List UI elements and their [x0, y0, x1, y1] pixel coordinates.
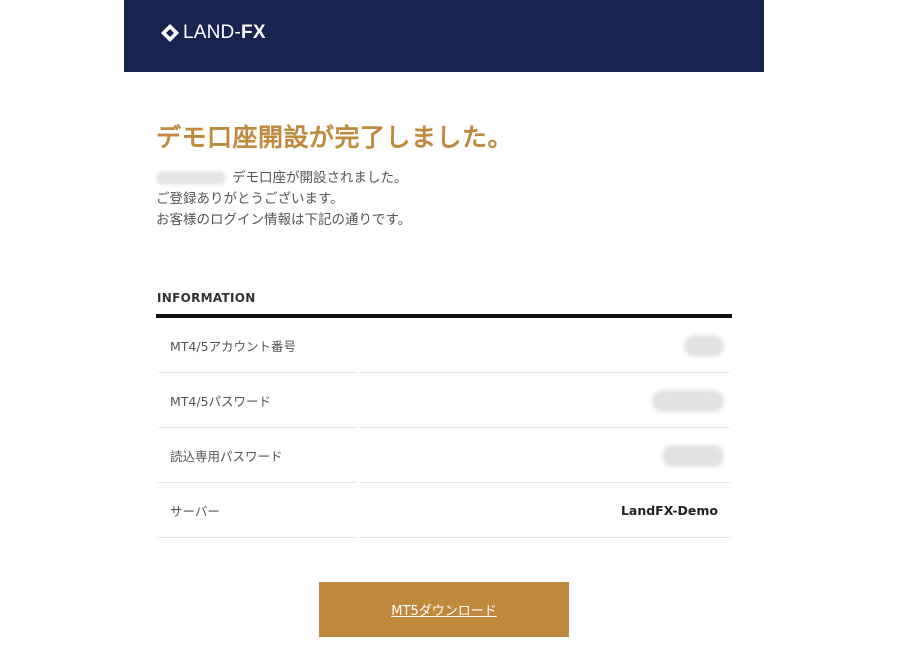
logo-text-land: LAND-: [183, 22, 242, 43]
information-heading: INFORMATION: [157, 291, 256, 305]
readonly-password-value-redacted: [662, 444, 724, 467]
account-number-value-redacted: [684, 334, 724, 357]
table-row-readonly-password: 読込専用パスワード: [156, 428, 732, 483]
message-line-2: ご登録ありがとうございます。: [156, 191, 344, 207]
page: LAND-FX デモ口座開設が完了しました。 デモ口座が開設されました。 ご登録…: [0, 0, 900, 670]
information-table: MT4/5アカウント番号 MT4/5パスワード 読込専用パスワード サーバー L…: [156, 314, 732, 538]
logo-text: LAND-FX: [183, 22, 266, 44]
message-line-1: デモ口座が開設されました。: [156, 168, 411, 189]
confirmation-message: デモ口座が開設されました。 ご登録ありがとうございます。 お客様のログイン情報は…: [156, 168, 411, 231]
message-line-3: お客様のログイン情報は下記の通りです。: [156, 212, 412, 228]
mt5-download-button[interactable]: MT5ダウンロード: [319, 582, 569, 637]
header-banner: LAND-FX: [124, 0, 764, 72]
page-title: デモ口座開設が完了しました。: [156, 123, 514, 152]
table-row-account-number: MT4/5アカウント番号: [156, 318, 732, 373]
account-number-label: MT4/5アカウント番号: [170, 339, 297, 354]
table-row-server: サーバー LandFX-Demo: [156, 483, 732, 538]
server-value: LandFX-Demo: [620, 503, 718, 518]
landfx-logo[interactable]: LAND-FX: [160, 22, 266, 44]
table-row-password: MT4/5パスワード: [156, 373, 732, 428]
readonly-password-label: 読込専用パスワード: [170, 449, 283, 464]
mt5-download-label: MT5ダウンロード: [391, 604, 497, 619]
logo-text-fx: FX: [241, 22, 266, 43]
redacted-email: [156, 171, 226, 185]
diamond-logo-icon: [161, 24, 179, 42]
message-line-1-text: デモ口座が開設されました。: [232, 170, 408, 186]
server-label: サーバー: [170, 504, 220, 519]
password-value-redacted: [652, 389, 724, 412]
password-label: MT4/5パスワード: [170, 394, 272, 409]
